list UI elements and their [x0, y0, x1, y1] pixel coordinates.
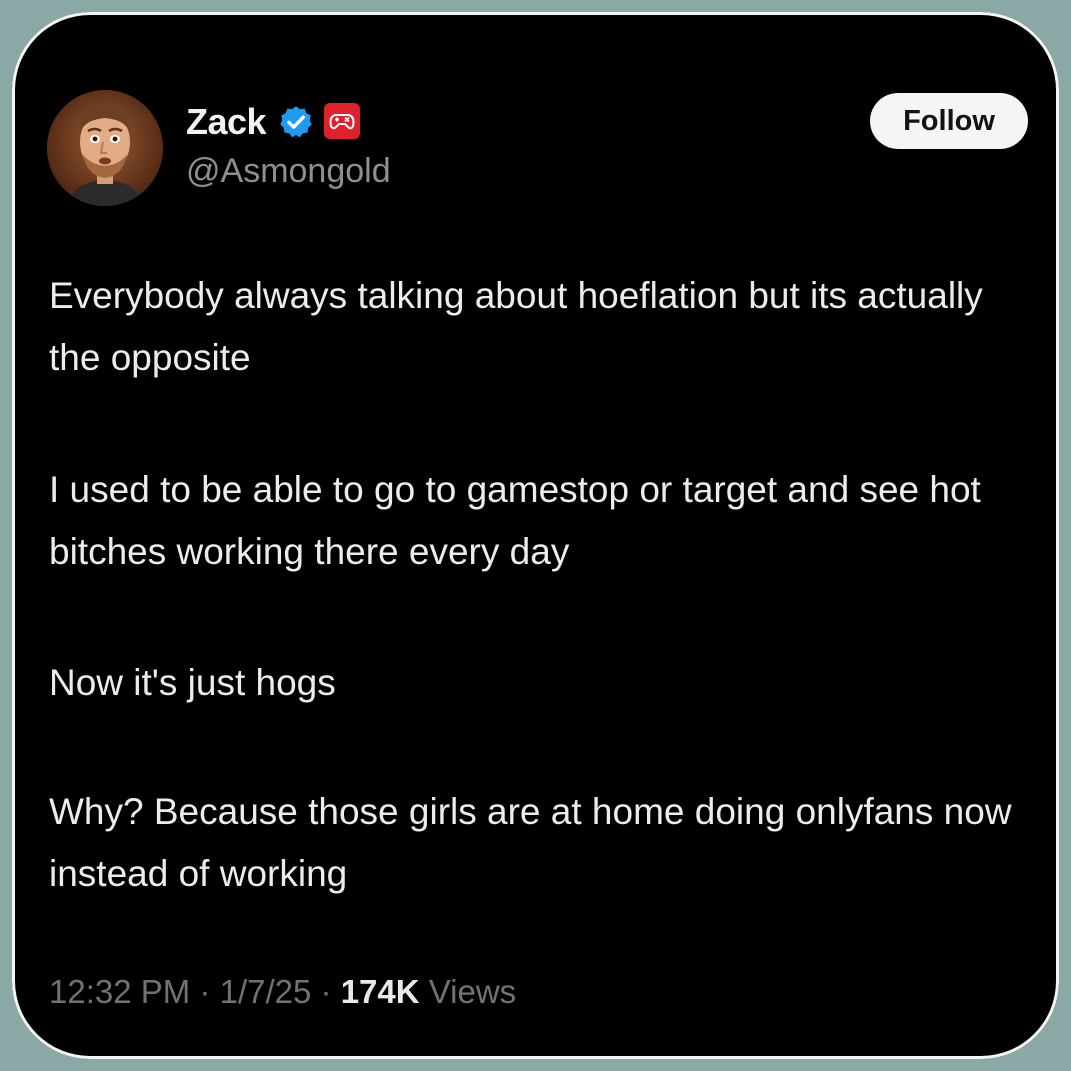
avatar[interactable]	[47, 90, 163, 206]
tweet-paragraph: Now it's just hogs	[49, 662, 336, 703]
views-label: Views	[428, 973, 517, 1010]
game-controller-badge-icon[interactable]	[323, 102, 361, 140]
tweet-paragraph: I used to be able to go to gamestop or t…	[49, 469, 981, 572]
tweet-date[interactable]: 1/7/25	[220, 973, 312, 1010]
tweet-card: Zack @Asmongold Follow Everybody always …	[12, 12, 1059, 1059]
avatar-image	[47, 90, 163, 206]
author-handle[interactable]: @Asmongold	[186, 150, 391, 192]
tweet-metadata: 12:32 PM · 1/7/25 · 174K Views	[49, 970, 516, 1014]
author-name[interactable]: Zack	[186, 100, 267, 144]
tweet-paragraph: Everybody always talking about hoeflatio…	[49, 275, 983, 378]
meta-separator: ·	[199, 973, 211, 1010]
tweet-paragraph: Why? Because those girls are at home doi…	[49, 791, 1012, 894]
verified-badge-icon	[280, 106, 312, 138]
views-count[interactable]: 174K	[341, 973, 420, 1010]
meta-separator: ·	[320, 973, 332, 1010]
tweet-time[interactable]: 12:32 PM	[49, 973, 190, 1010]
follow-button[interactable]: Follow	[870, 93, 1028, 149]
